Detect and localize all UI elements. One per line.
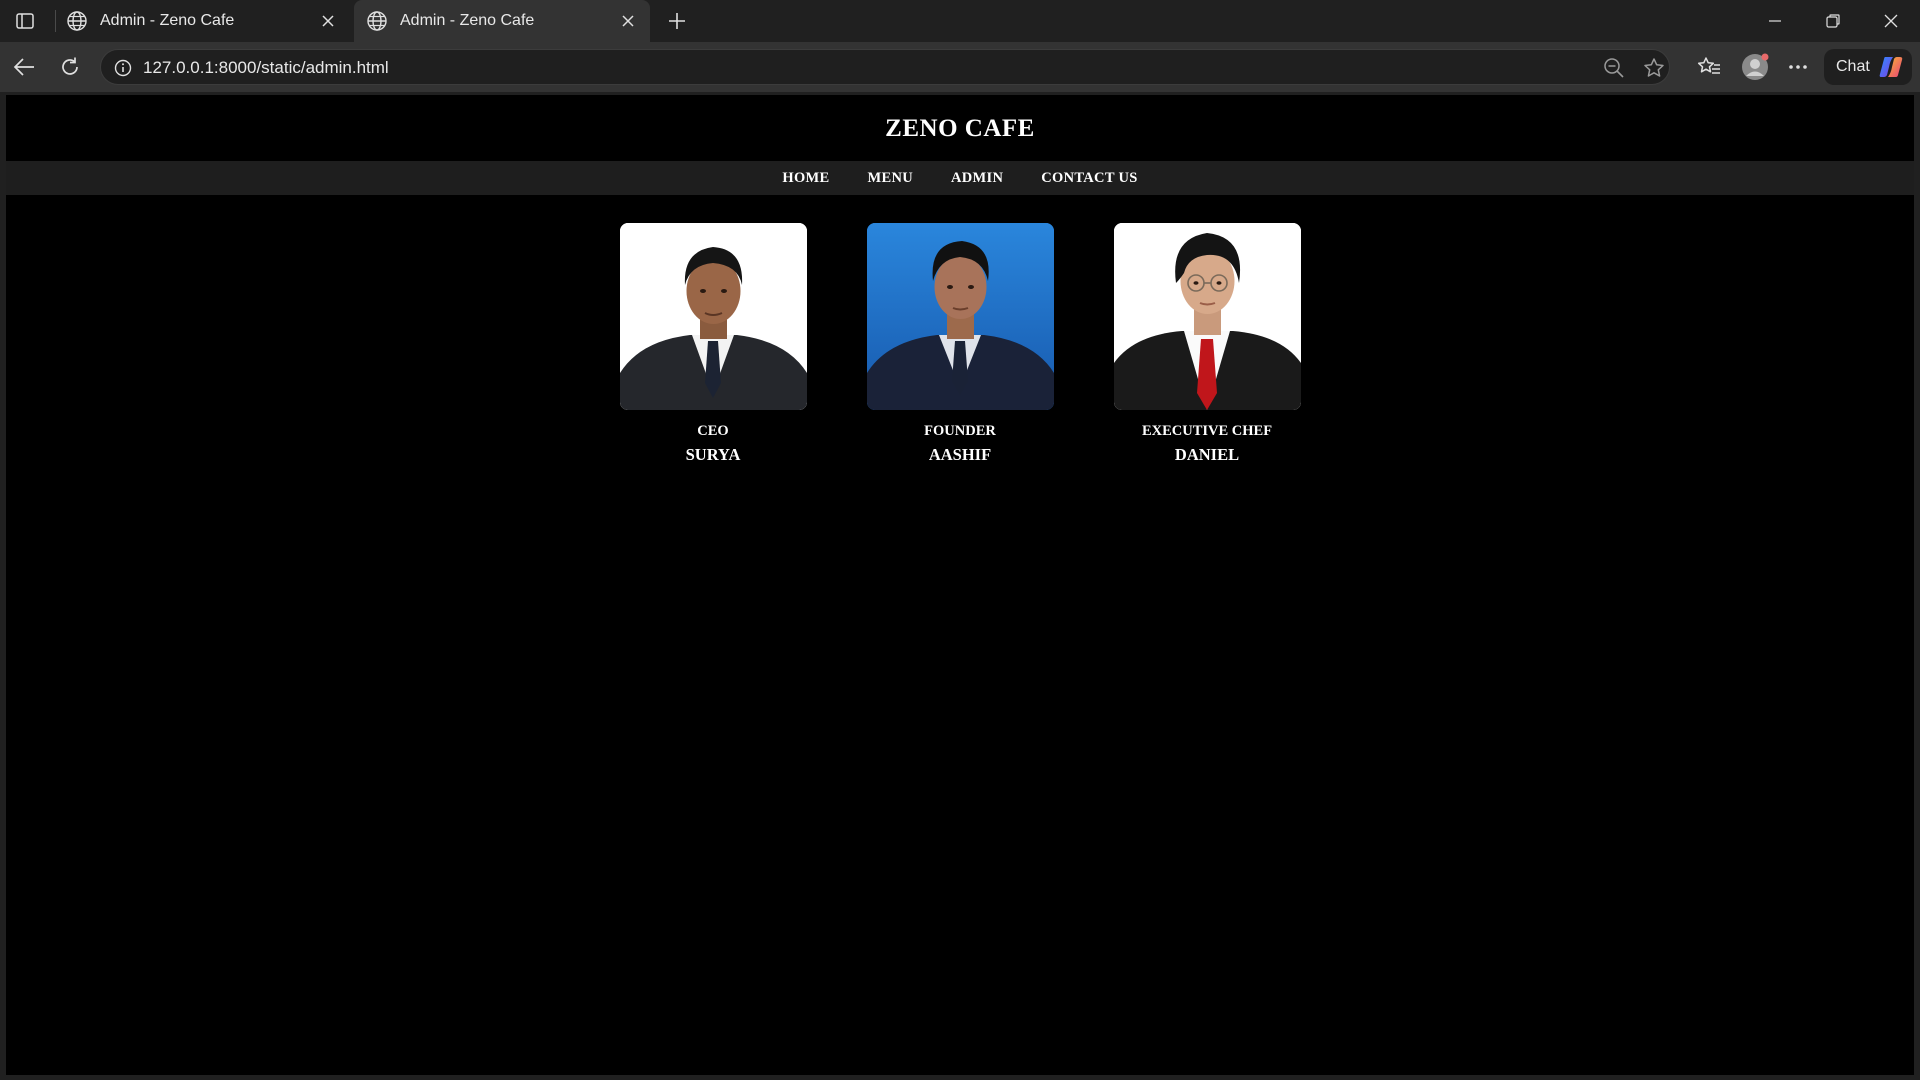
copilot-icon [1878, 55, 1904, 79]
member-photo [866, 223, 1054, 410]
browser-tab-2[interactable]: Admin - Zeno Cafe [354, 0, 650, 42]
site-title: ZENO CAFE [885, 115, 1035, 142]
team-section: CEO SURYA FOUNDER AASHIF EXECUTIVE CHEF … [6, 223, 1914, 465]
favorite-star-icon[interactable] [1643, 57, 1665, 79]
globe-icon [366, 10, 388, 32]
browser-toolbar: 127.0.0.1:8000/static/admin.html Chat [0, 42, 1920, 92]
close-icon[interactable] [316, 9, 340, 33]
nav-admin-link[interactable]: ADMIN [951, 170, 1003, 187]
globe-icon [66, 10, 88, 32]
browser-tab-1[interactable]: Admin - Zeno Cafe [54, 0, 350, 42]
member-photo [1113, 223, 1301, 410]
new-tab-icon[interactable] [664, 8, 690, 34]
member-name: SURYA [685, 445, 741, 464]
member-name: AASHIF [928, 445, 992, 464]
site-info-icon[interactable] [113, 58, 133, 78]
team-member-card: EXECUTIVE CHEF DANIEL [1113, 223, 1301, 465]
chat-button[interactable]: Chat [1824, 49, 1912, 85]
zoom-out-icon[interactable] [1603, 57, 1625, 79]
restore-icon[interactable] [1804, 0, 1862, 42]
back-icon[interactable] [8, 51, 40, 83]
minimize-icon[interactable] [1746, 0, 1804, 42]
url-text[interactable]: 127.0.0.1:8000/static/admin.html [143, 58, 389, 78]
favorites-icon[interactable] [1696, 54, 1722, 80]
nav-menu-link[interactable]: MENU [868, 170, 914, 187]
address-bar[interactable]: 127.0.0.1:8000/static/admin.html [100, 49, 1670, 85]
page-viewport: ZENO CAFE HOME MENU ADMIN CONTACT US CEO… [6, 95, 1914, 1075]
sidebar-toggle-icon[interactable] [11, 9, 39, 33]
tab-title: Admin - Zeno Cafe [100, 12, 235, 29]
nav-contact-link[interactable]: CONTACT US [1041, 170, 1137, 187]
window-close-icon[interactable] [1862, 0, 1920, 42]
site-nav: HOME MENU ADMIN CONTACT US [6, 161, 1914, 195]
member-role: FOUNDER [924, 423, 996, 439]
chat-label: Chat [1836, 58, 1870, 75]
tab-title: Admin - Zeno Cafe [400, 12, 535, 29]
close-icon[interactable] [616, 9, 640, 33]
team-member-card: FOUNDER AASHIF [866, 223, 1054, 465]
member-photo [619, 223, 807, 410]
site-header: ZENO CAFE [6, 95, 1914, 161]
nav-home-link[interactable]: HOME [782, 170, 829, 187]
member-role: CEO [697, 423, 729, 439]
reload-icon[interactable] [54, 51, 86, 83]
profile-icon[interactable] [1740, 52, 1770, 82]
team-member-card: CEO SURYA [619, 223, 807, 465]
member-name: DANIEL [1174, 445, 1240, 464]
member-role: EXECUTIVE CHEF [1141, 423, 1273, 439]
browser-tab-strip: Admin - Zeno Cafe Admin - Zeno Cafe [0, 0, 1920, 42]
more-icon[interactable] [1785, 54, 1811, 80]
